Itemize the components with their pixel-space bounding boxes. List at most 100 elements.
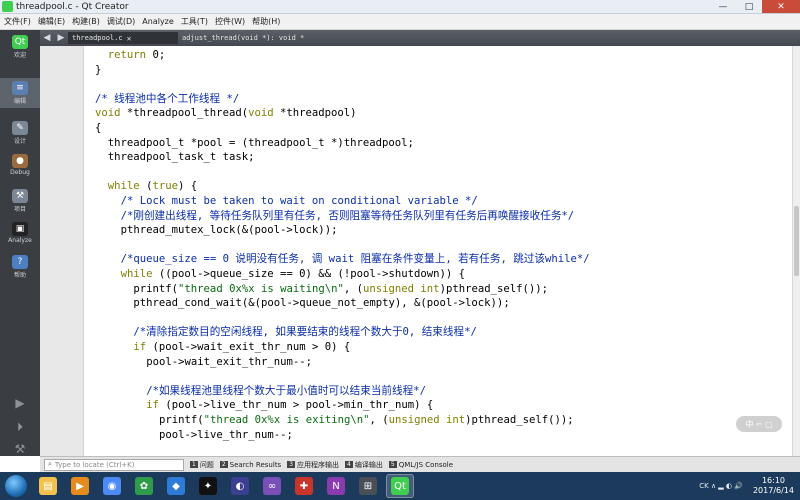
taskbar-app-glyph: ⊞ [359, 477, 377, 495]
code-line[interactable]: 175/*清除指定数目的空闲线程, 如果要结束的线程个数大于0, 结束线程*/ [85, 325, 792, 340]
menu-edit[interactable]: 编辑(E) [38, 16, 65, 27]
start-button[interactable] [0, 472, 32, 500]
mode-3[interactable]: ● Debug [0, 150, 40, 180]
build-hammer-icon[interactable]: ⚒ [0, 438, 40, 460]
code-line[interactable]: 161{ [85, 121, 792, 136]
code-token: pthread_cond_wait(&(pool->queue_not_empt… [133, 297, 510, 310]
app-dark-icon[interactable]: ⊞ [354, 474, 382, 498]
code-line[interactable]: 181printf("thread 0x%x is exiting\n", (u… [85, 413, 792, 428]
code-line[interactable]: 182pool->live_thr_num--; [85, 428, 792, 443]
function-selector[interactable]: adjust_thread(void *): void * [178, 32, 318, 44]
app-blue-icon[interactable]: ◆ [162, 474, 190, 498]
wrench-icon: ⚒ [12, 189, 28, 203]
code-line[interactable]: 170/*queue_size == 0 说明没有任务, 调 wait 阻塞在条… [85, 252, 792, 267]
code-line[interactable]: 167/*刚创建出线程, 等待任务队列里有任务, 否则阻塞等待任务队列里有任务后… [85, 209, 792, 224]
code-text: /*清除指定数目的空闲线程, 如果要结束的线程个数大于0, 结束线程*/ [133, 325, 476, 340]
output-pane-button[interactable]: 2 Search Results [219, 459, 282, 471]
output-pane-button[interactable]: 1 问题 [190, 459, 214, 471]
scrollbar-thumb[interactable] [794, 206, 799, 276]
app-red-icon[interactable]: ✚ [290, 474, 318, 498]
vertical-scrollbar[interactable] [792, 46, 800, 456]
code-text: void *threadpool_thread(void *threadpool… [95, 106, 357, 121]
code-line[interactable]: 163threadpool_task_t task; [85, 150, 792, 165]
code-token: "thread 0x%x is waiting\n" [178, 282, 344, 295]
mode-5[interactable]: ▣ Analyze [0, 218, 40, 248]
output-pane-button[interactable]: 4 编译输出 [345, 459, 383, 471]
menu-analyze[interactable]: Analyze [142, 17, 174, 26]
menu-build[interactable]: 构建(B) [72, 16, 100, 27]
code-token: 0; [146, 49, 166, 61]
pen-icon: ✎ [12, 121, 28, 135]
code-line[interactable]: 177pool->wait_exit_thr_num--; [85, 355, 792, 370]
code-line[interactable]: 169 [85, 238, 792, 253]
code-line[interactable]: 158 [85, 77, 792, 92]
code-line[interactable]: 174 [85, 311, 792, 326]
code-line[interactable]: 168pthread_mutex_lock(&(pool->lock)); [85, 223, 792, 238]
code-line[interactable]: 171▾while ((pool->queue_size == 0) && (!… [85, 267, 792, 282]
output-pane-button[interactable]: 3 应用程序输出 [287, 459, 339, 471]
code-token: while [107, 180, 140, 193]
code-line[interactable]: 166/* Lock must be taken to wait on cond… [85, 194, 792, 209]
menu-file[interactable]: 文件(F) [4, 16, 31, 27]
code-line[interactable]: 159/* 线程池中各个工作线程 */ [85, 92, 792, 107]
debug-run-icon[interactable]: ⏵ [0, 416, 40, 438]
code-text: return 0; [108, 48, 165, 63]
maximize-button[interactable]: □ [736, 0, 762, 13]
code-text: pthread_cond_wait(&(pool->queue_not_empt… [133, 296, 509, 311]
clock[interactable]: 16:10 2017/6/14 [753, 476, 794, 496]
qq-icon[interactable]: ✦ [194, 474, 222, 498]
document-icon: ≡ [12, 81, 28, 95]
code-editor[interactable]: 156return 0;157}158159/* 线程池中各个工作线程 */16… [85, 46, 792, 456]
code-line[interactable]: 160▾void *threadpool_thread(void *thread… [85, 106, 792, 121]
mode-2[interactable]: ✎ 设计 [0, 118, 40, 148]
code-line[interactable]: 165▾while (true) { [85, 179, 792, 194]
tray-icons[interactable]: CK ∧ ▂ ◐ 🔊 [699, 482, 743, 490]
explorer-icon[interactable]: ▤ [34, 474, 62, 498]
mode-1[interactable]: ≡ 编辑 [0, 78, 40, 108]
code-line[interactable]: 180▾if (pool->live_thr_num > pool->min_t… [85, 398, 792, 413]
code-token: pool->wait_exit_thr_num--; [146, 355, 313, 368]
onenote-icon[interactable]: N [322, 474, 350, 498]
mode-6[interactable]: ? 帮助 [0, 252, 40, 282]
chrome-icon[interactable]: ◉ [98, 474, 126, 498]
close-file-icon[interactable]: ✕ [127, 34, 132, 43]
code-line[interactable]: 178 [85, 369, 792, 384]
code-line[interactable]: 172printf("thread 0x%x is waiting\n", (u… [85, 282, 792, 297]
code-line[interactable]: 173pthread_cond_wait(&(pool->queue_not_e… [85, 296, 792, 311]
menu-debug[interactable]: 调试(D) [107, 16, 135, 27]
qt-creator-icon[interactable]: Qt [386, 474, 414, 498]
app-green-icon[interactable]: ✿ [130, 474, 158, 498]
qt-logo-icon: Qt [12, 35, 28, 49]
code-line[interactable]: 164 [85, 165, 792, 180]
code-line[interactable]: 157} [85, 63, 792, 78]
code-token: if [146, 399, 159, 412]
code-line[interactable]: 156return 0; [85, 48, 792, 63]
code-line[interactable]: 176▾if (pool->wait_exit_thr_num > 0) { [85, 340, 792, 355]
code-text: if (pool->wait_exit_thr_num > 0) { [133, 340, 350, 355]
media-player-icon[interactable]: ▶ [66, 474, 94, 498]
pane-label: 编译输出 [354, 460, 383, 469]
visual-studio-icon[interactable]: ∞ [258, 474, 286, 498]
output-pane-button[interactable]: 5 QML/JS Console [388, 459, 453, 471]
code-line[interactable]: 179/*如果线程池里线程个数大于最小值时可以结束当前线程*/ [85, 384, 792, 399]
pane-label: Search Results [229, 460, 282, 469]
eclipse-icon[interactable]: ◐ [226, 474, 254, 498]
mode-4[interactable]: ⚒ 项目 [0, 186, 40, 216]
forward-arrow-icon[interactable]: ▶ [54, 33, 68, 43]
run-icon[interactable]: ▶ [0, 392, 40, 414]
menu-widgets[interactable]: 控件(W) [215, 16, 245, 27]
editor-toolbar: ◀ ▶ threadpool.c ✕ adjust_thread(void *)… [40, 30, 800, 46]
code-token: void [95, 107, 121, 120]
mode-0[interactable]: Qt 欢迎 [0, 32, 40, 62]
file-selector[interactable]: threadpool.c ✕ [68, 32, 178, 44]
back-arrow-icon[interactable]: ◀ [40, 33, 54, 43]
code-line[interactable]: 162threadpool_t *pool = (threadpool_t *)… [85, 136, 792, 151]
menu-help[interactable]: 帮助(H) [252, 16, 280, 27]
code-text: /*如果线程池里线程个数大于最小值时可以结束当前线程*/ [146, 384, 426, 399]
close-button[interactable]: ✕ [762, 0, 800, 13]
minimize-button[interactable]: — [710, 0, 736, 13]
locator-input[interactable]: ⌕ Type to locate (Ctrl+K) [44, 458, 184, 471]
menu-tools[interactable]: 工具(T) [181, 16, 208, 27]
taskbar-app-glyph: ◉ [103, 477, 121, 495]
code-token: *threadpool) [273, 107, 357, 120]
